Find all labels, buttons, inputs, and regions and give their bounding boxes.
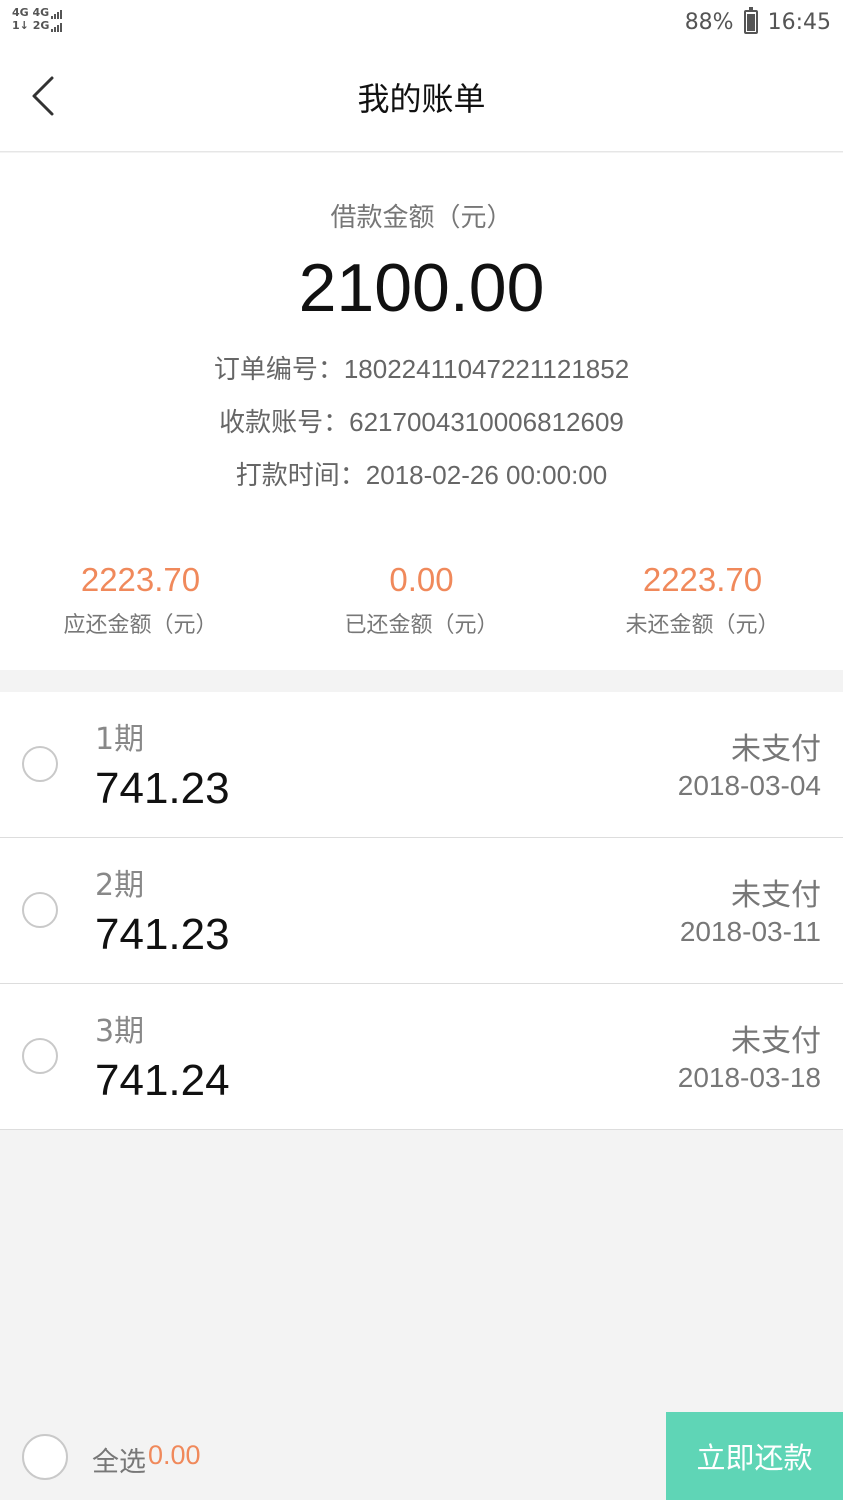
installment-1-radio[interactable] (22, 746, 58, 782)
network-type-line1: 4G 4G (12, 6, 50, 19)
installment-amount: 741.23 (95, 910, 230, 959)
battery-icon (743, 7, 758, 34)
installment-list: 1期 741.23 未支付 2018-03-04 2期 741.23 未支付 2… (0, 692, 843, 1130)
stat-unpaid: 2223.70 未还金额（元） (562, 561, 843, 639)
stat-due-label: 应还金额（元） (63, 613, 218, 638)
order-number-line: 订单编号：18022411047221121852 (0, 349, 843, 386)
repayment-stats: 2223.70 应还金额（元） 0.00 已还金额（元） 2223.70 未还金… (0, 561, 843, 651)
page-title: 我的账单 (357, 80, 486, 118)
installment-row-1[interactable]: 1期 741.23 未支付 2018-03-04 (0, 692, 843, 838)
bottom-bar: 全选 0.00 立即还款 (0, 1412, 843, 1500)
order-number-value: 18022411047221121852 (343, 354, 630, 384)
installment-2-radio[interactable] (22, 892, 58, 928)
signal-indicator: 4G 4G 1↓ 2G (12, 6, 82, 36)
loan-amount-label: 借款金额（元） (330, 203, 513, 233)
clock: 16:45 (767, 9, 831, 35)
select-all-label[interactable]: 全选 (92, 1440, 146, 1479)
pay-time-value: 2018-02-26 00:00:00 (365, 460, 608, 490)
installment-amount: 741.24 (95, 1056, 230, 1105)
installment-period: 2期 (95, 868, 145, 903)
pay-time-label: 打款时间： (235, 461, 366, 491)
stat-paid-value: 0.00 (389, 561, 454, 598)
account-number-line: 收款账号：6217004310006812609 (0, 402, 843, 439)
status-right: 88% 16:45 (684, 7, 831, 36)
repay-now-button[interactable]: 立即还款 (666, 1412, 843, 1500)
stat-due: 2223.70 应还金额（元） (0, 561, 281, 639)
nav-bar: 我的账单 (0, 44, 843, 152)
installment-row-3[interactable]: 3期 741.24 未支付 2018-03-18 (0, 984, 843, 1130)
pay-time-line: 打款时间：2018-02-26 00:00:00 (0, 455, 843, 492)
installment-period: 1期 (95, 722, 145, 757)
signal-bars-icon (51, 6, 63, 19)
installment-date: 2018-03-04 (677, 770, 821, 801)
stat-paid: 0.00 已还金额（元） (281, 561, 562, 639)
selected-total: 0.00 (148, 1440, 201, 1470)
installment-status: 未支付 (731, 1024, 821, 1059)
installment-date: 2018-03-11 (679, 916, 821, 947)
installment-row-2[interactable]: 2期 741.23 未支付 2018-03-11 (0, 838, 843, 984)
loan-summary: 借款金额（元） 2100.00 订单编号：1802241104722112185… (0, 153, 843, 670)
stat-due-value: 2223.70 (80, 561, 201, 598)
installment-status: 未支付 (731, 878, 821, 913)
installment-period: 3期 (95, 1014, 145, 1049)
installment-date: 2018-03-18 (677, 1062, 821, 1093)
signal-bars-icon-2 (51, 19, 63, 32)
account-number-label: 收款账号： (219, 408, 350, 438)
stat-unpaid-value: 2223.70 (642, 561, 763, 598)
installment-3-radio[interactable] (22, 1038, 58, 1074)
account-number-value: 6217004310006812609 (349, 407, 624, 437)
installment-status: 未支付 (731, 732, 821, 767)
stat-paid-label: 已还金额（元） (344, 613, 499, 638)
network-type-line2: 1↓ 2G (12, 19, 50, 32)
select-all-radio[interactable] (22, 1434, 68, 1480)
installment-amount: 741.23 (95, 764, 230, 813)
order-number-label: 订单编号： (213, 355, 344, 385)
stat-unpaid-label: 未还金额（元） (625, 613, 780, 638)
status-bar: 4G 4G 1↓ 2G 88% 16:45 (0, 0, 843, 44)
loan-amount-value: 2100.00 (298, 250, 545, 326)
battery-percent: 88% (684, 9, 734, 35)
